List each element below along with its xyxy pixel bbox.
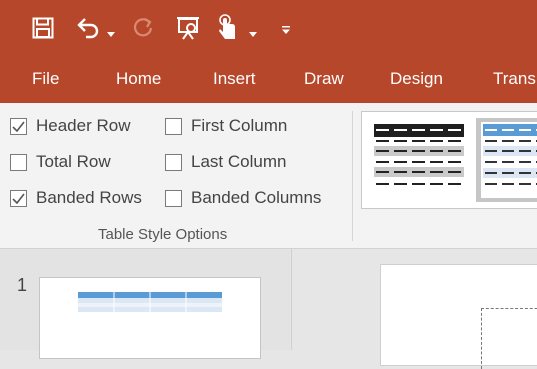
last-column-label: Last Column — [191, 152, 287, 171]
save-icon[interactable] — [32, 17, 54, 44]
slide-canvas[interactable] — [380, 264, 537, 369]
workspace: 1 — [0, 249, 537, 369]
last-column-option[interactable]: Last Column — [165, 152, 286, 172]
slide-number: 1 — [17, 275, 28, 295]
slide-thumbnail[interactable] — [39, 277, 261, 359]
ribbon-panel: Header Row Total Row Banded Rows First C… — [0, 103, 537, 249]
tab-insert[interactable]: Insert — [213, 69, 256, 89]
banded-columns-option[interactable]: Banded Columns — [165, 188, 321, 208]
first-column-checkbox[interactable] — [165, 117, 182, 135]
banded-columns-label: Banded Columns — [191, 188, 322, 207]
group-separator — [352, 111, 353, 241]
banded-columns-checkbox[interactable] — [165, 189, 182, 207]
tab-file[interactable]: File — [32, 69, 59, 89]
header-row-label: Header Row — [36, 116, 131, 135]
present-from-start-icon[interactable] — [176, 15, 202, 46]
touch-mode-icon[interactable] — [217, 14, 241, 45]
table-styles-gallery — [361, 111, 537, 209]
tab-home[interactable]: Home — [116, 69, 161, 89]
table-placeholder-border — [481, 308, 537, 369]
first-column-label: First Column — [191, 116, 288, 135]
total-row-checkbox[interactable] — [10, 153, 27, 171]
table-style-options-group-label: Table Style Options — [98, 226, 228, 243]
touch-dropdown-icon[interactable] — [249, 25, 257, 43]
last-column-checkbox[interactable] — [165, 153, 182, 171]
slide-thumbnail-pane: 1 — [0, 249, 290, 359]
total-row-option[interactable]: Total Row — [10, 152, 111, 172]
undo-icon[interactable] — [76, 17, 100, 44]
header-row-option[interactable]: Header Row — [10, 116, 131, 136]
pane-divider[interactable] — [291, 249, 292, 350]
table-style-medium-blue-selected[interactable] — [476, 118, 537, 202]
header-row-checkbox[interactable] — [10, 117, 27, 135]
first-column-option[interactable]: First Column — [165, 116, 287, 136]
redo-icon — [132, 16, 154, 43]
banded-rows-option[interactable]: Banded Rows — [10, 188, 142, 208]
quick-access-toolbar — [0, 0, 537, 60]
tab-draw[interactable]: Draw — [304, 69, 344, 89]
ribbon-tab-bar: File Home Insert Draw Design Trans — [0, 60, 537, 103]
tab-design[interactable]: Design — [390, 69, 443, 89]
customize-qat-icon[interactable] — [281, 22, 291, 40]
banded-rows-checkbox[interactable] — [10, 189, 27, 207]
table-style-medium-black[interactable] — [372, 122, 470, 196]
tab-transitions[interactable]: Trans — [493, 69, 536, 89]
banded-rows-label: Banded Rows — [36, 188, 142, 207]
undo-dropdown-icon[interactable] — [107, 25, 115, 43]
total-row-label: Total Row — [36, 152, 111, 171]
